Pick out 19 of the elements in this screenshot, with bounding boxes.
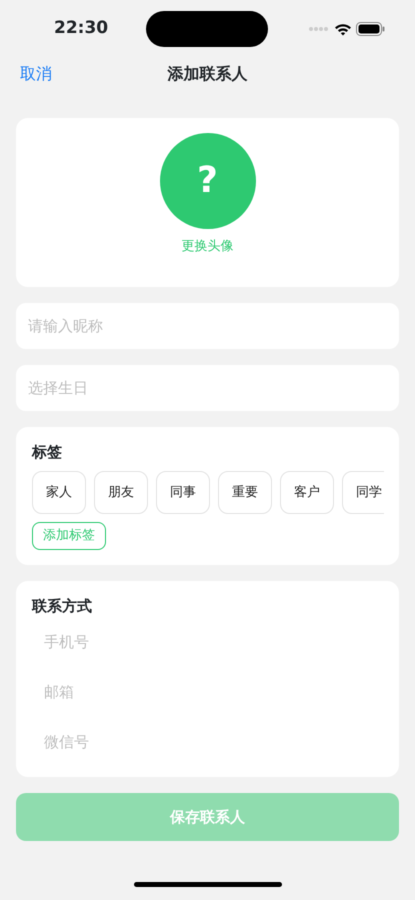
tag-chip[interactable]: 同事 [156, 471, 210, 514]
cancel-button[interactable]: 取消 [20, 62, 52, 86]
signal-icon [308, 26, 330, 32]
wifi-icon [334, 22, 352, 36]
tag-chip[interactable]: 朋友 [94, 471, 148, 514]
birthday-field[interactable]: 选择生日 [16, 364, 399, 410]
section-title: 标签 [32, 442, 63, 462]
section-title: 联系方式 [32, 596, 93, 616]
tag-chip[interactable]: 重要 [218, 471, 272, 514]
phone-field[interactable]: 手机号 [32, 617, 383, 667]
tag-chip[interactable]: 客户 [280, 471, 334, 514]
wechat-field[interactable]: 微信号 [32, 717, 383, 767]
tag-chip[interactable]: 同学 [342, 471, 384, 514]
clock-time: 22:30 [54, 17, 110, 40]
page-title: 添加联系人 [168, 63, 248, 85]
nickname-field[interactable]: 请输入昵称 [16, 302, 399, 348]
battery-icon [356, 22, 385, 36]
email-field[interactable]: 邮箱 [32, 667, 383, 717]
tag-chip[interactable]: 家人 [32, 471, 86, 514]
